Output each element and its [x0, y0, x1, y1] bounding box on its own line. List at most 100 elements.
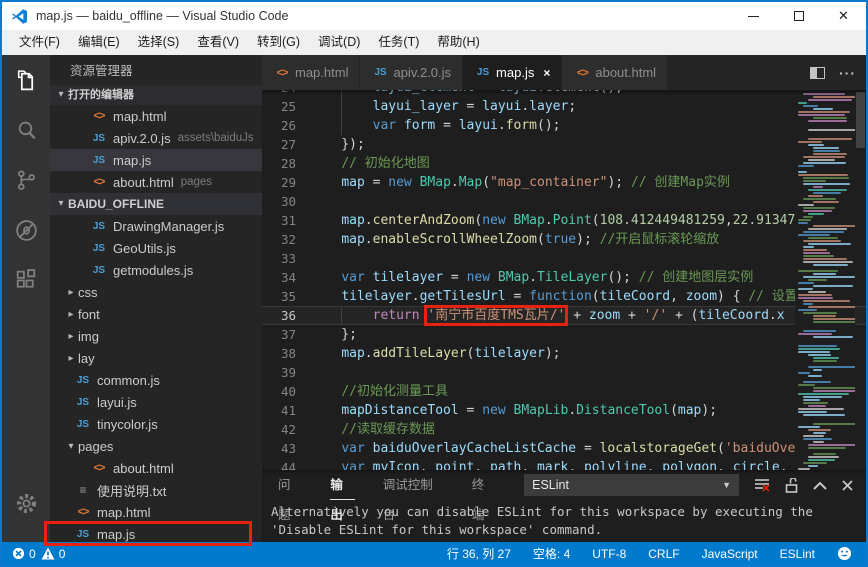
tree-item-map.html[interactable]: <>map.html — [50, 501, 262, 523]
line-content: map = new BMap.Map("map_container"); // … — [296, 173, 730, 192]
root-folder-header[interactable]: ▾ BAIDU_OFFLINE — [50, 193, 262, 215]
menu-item-H[interactable]: 帮助(H) — [428, 30, 488, 55]
maximize-panel-icon[interactable] — [813, 481, 827, 490]
close-button[interactable]: ✕ — [821, 2, 866, 30]
minimize-button[interactable] — [731, 2, 776, 30]
panel-tab-调试控制台[interactable]: 调试控制台 — [383, 470, 444, 500]
file-label: pages — [78, 439, 113, 454]
extensions-icon[interactable] — [2, 255, 50, 305]
settings-icon[interactable] — [2, 478, 50, 528]
editor-tab-bar: <>map.htmlJSapiv.2.0.jsJSmap.js×<>about.… — [262, 55, 866, 90]
errors-indicator[interactable]: 0 — [12, 547, 36, 561]
menu-item-S[interactable]: 选择(S) — [129, 30, 189, 55]
editor-scrollbar[interactable] — [855, 90, 866, 470]
tree-item-使用说明.txt[interactable]: ≡使用说明.txt — [50, 479, 262, 501]
minimap[interactable] — [795, 90, 855, 470]
line-content: var myIcon, point, path, mark, polyline,… — [296, 458, 788, 470]
panel-tab-终端[interactable]: 终端 — [472, 470, 496, 500]
menu-item-E[interactable]: 编辑(E) — [69, 30, 129, 55]
open-editor-map.html[interactable]: <>map.html — [50, 105, 262, 127]
tab-map.html[interactable]: <>map.html — [262, 55, 360, 90]
search-icon[interactable] — [2, 105, 50, 155]
line-number: 31 — [262, 211, 296, 230]
split-editor-icon[interactable] — [810, 67, 825, 79]
menu-item-F[interactable]: 文件(F) — [10, 30, 69, 55]
code-line-34[interactable]: 34 var tilelayer = new BMap.TileLayer();… — [262, 268, 866, 287]
file-label: css — [78, 285, 98, 300]
code-line-42[interactable]: 42 //读取缓存数据 — [262, 420, 866, 439]
code-line-32[interactable]: 32 map.enableScrollWheelZoom(true); //开启… — [262, 230, 866, 249]
status-UTF8[interactable]: UTF-8 — [592, 547, 626, 561]
output-line: 'Disable ESLint for this workspace' comm… — [271, 521, 866, 539]
code-line-29[interactable]: 29 map = new BMap.Map("map_container"); … — [262, 173, 866, 192]
code-line-26[interactable]: 26 var form = layui.form(); — [262, 116, 866, 135]
menu-item-T[interactable]: 任务(T) — [369, 30, 428, 55]
tree-item-layui.js[interactable]: JSlayui.js — [50, 391, 262, 413]
status-4[interactable]: 空格: 4 — [533, 545, 570, 562]
code-line-30[interactable]: 30 — [262, 192, 866, 211]
tab-map.js[interactable]: JSmap.js× — [463, 55, 562, 90]
tree-item-tinycolor.js[interactable]: JStinycolor.js — [50, 413, 262, 435]
line-number: 42 — [262, 420, 296, 439]
tree-item-GeoUtils.js[interactable]: JSGeoUtils.js — [50, 237, 262, 259]
warnings-indicator[interactable]: 0 — [41, 547, 66, 561]
source-control-icon[interactable] — [2, 155, 50, 205]
open-editor-apiv.2.0.js[interactable]: JSapiv.2.0.jsassets\baiduJs — [50, 127, 262, 149]
code-line-37[interactable]: 37 }; — [262, 325, 866, 344]
tab-apiv.2.0.js[interactable]: JSapiv.2.0.js — [360, 55, 463, 90]
explorer-icon[interactable] — [2, 55, 50, 105]
panel-tab-问题[interactable]: 问题 — [278, 470, 302, 500]
tab-label: map.js — [496, 65, 534, 80]
tree-item-css[interactable]: ▸css — [50, 281, 262, 303]
panel-tab-输出[interactable]: 输出 — [330, 470, 354, 500]
open-editors-header[interactable]: ▾ 打开的编辑器 — [50, 85, 262, 105]
output-channel-select[interactable]: ESLint ▼ — [524, 474, 739, 496]
menu-item-V[interactable]: 查看(V) — [188, 30, 248, 55]
code-line-40[interactable]: 40 //初始化测量工具 — [262, 382, 866, 401]
maximize-button[interactable] — [776, 2, 821, 30]
clear-output-icon[interactable] — [754, 478, 770, 492]
menu-item-D[interactable]: 调试(D) — [309, 30, 369, 55]
code-line-33[interactable]: 33 — [262, 249, 866, 268]
tab-about.html[interactable]: <>about.html — [562, 55, 668, 90]
tree-item-img[interactable]: ▸img — [50, 325, 262, 347]
status-JavaScript[interactable]: JavaScript — [702, 547, 758, 561]
code-line-28[interactable]: 28 // 初始化地图 — [262, 154, 866, 173]
tab-close-icon[interactable]: × — [543, 66, 550, 80]
html-file-icon: <> — [90, 110, 108, 122]
feedback-smiley-icon[interactable] — [837, 546, 852, 561]
file-detail: pages — [181, 176, 212, 188]
tree-item-about.html[interactable]: <>about.html — [50, 457, 262, 479]
code-line-31[interactable]: 31 map.centerAndZoom(new BMap.Point(108.… — [262, 211, 866, 230]
open-editor-about.html[interactable]: <>about.htmlpages — [50, 171, 262, 193]
status-3627[interactable]: 行 36, 列 27 — [447, 545, 511, 562]
js-file-icon: JS — [90, 221, 108, 232]
more-actions-icon[interactable]: ··· — [839, 68, 856, 78]
code-line-44[interactable]: 44 var myIcon, point, path, mark, polyli… — [262, 458, 866, 470]
line-number: 35 — [262, 287, 296, 306]
code-line-27[interactable]: 27 }); — [262, 135, 866, 154]
menu-item-G[interactable]: 转到(G) — [248, 30, 309, 55]
tree-item-pages[interactable]: ▾pages — [50, 435, 262, 457]
code-line-41[interactable]: 41 mapDistanceTool = new BMapLib.Distanc… — [262, 401, 866, 420]
code-line-39[interactable]: 39 — [262, 363, 866, 382]
status-ESLint[interactable]: ESLint — [780, 547, 815, 561]
code-line-36[interactable]: 36 return '南宁市百度TMS瓦片/' + zoom + '/' + (… — [262, 306, 866, 325]
code-line-35[interactable]: 35 tilelayer.getTilesUrl = function(tile… — [262, 287, 866, 306]
code-line-24[interactable]: 24 layui_element = layui.element(); — [262, 90, 866, 97]
tree-item-getmodules.js[interactable]: JSgetmodules.js — [50, 259, 262, 281]
tree-item-font[interactable]: ▸font — [50, 303, 262, 325]
code-editor[interactable]: 24 layui_element = layui.element();25 la… — [262, 90, 866, 470]
debug-icon[interactable] — [2, 205, 50, 255]
tree-item-DrawingManager.js[interactable]: JSDrawingManager.js — [50, 215, 262, 237]
code-line-38[interactable]: 38 map.addTileLayer(tilelayer); — [262, 344, 866, 363]
tree-item-lay[interactable]: ▸lay — [50, 347, 262, 369]
unlock-icon[interactable] — [785, 478, 798, 493]
status-CRLF[interactable]: CRLF — [648, 547, 679, 561]
open-editor-map.js[interactable]: JSmap.js — [50, 149, 262, 171]
close-panel-icon[interactable] — [842, 480, 853, 491]
tree-item-common.js[interactable]: JScommon.js — [50, 369, 262, 391]
chevron-down-icon: ▾ — [64, 441, 78, 452]
code-line-25[interactable]: 25 layui_layer = layui.layer; — [262, 97, 866, 116]
code-line-43[interactable]: 43 var baiduOverlayCacheListCache = loca… — [262, 439, 866, 458]
